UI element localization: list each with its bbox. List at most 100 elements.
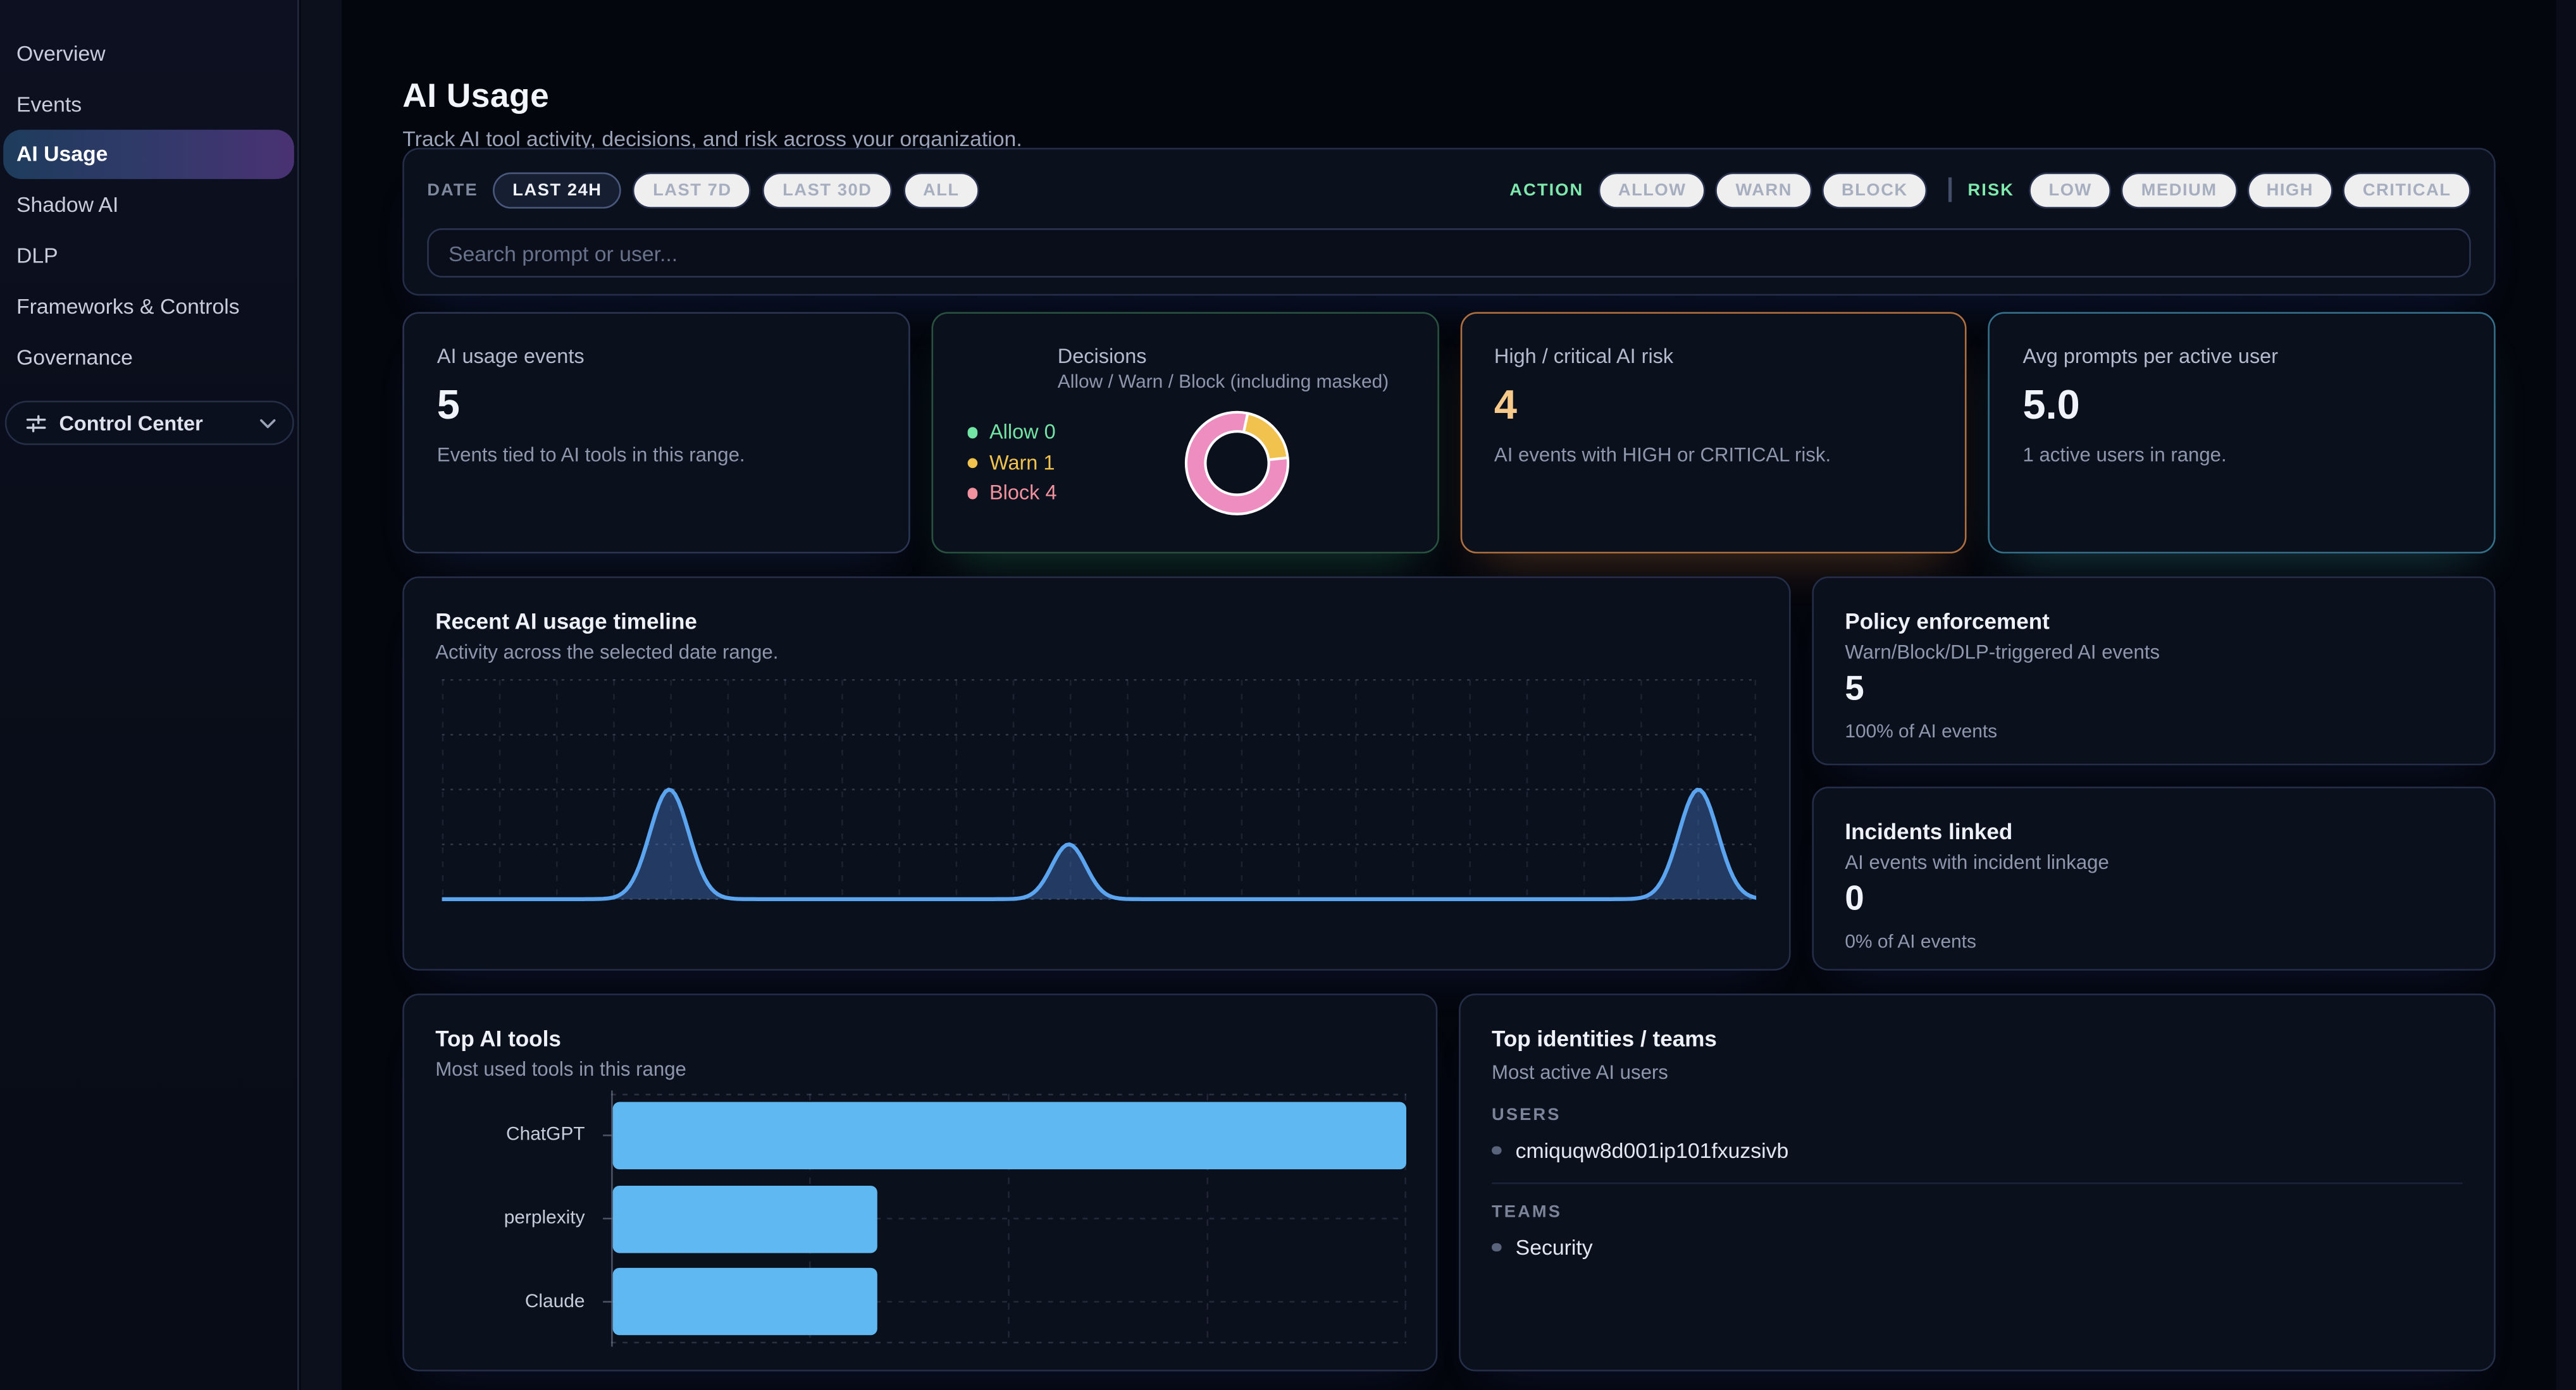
- team-name: Security: [1516, 1235, 1593, 1260]
- decisions-title: Decisions: [1058, 345, 1147, 367]
- scrollbar-track[interactable]: [2556, 0, 2576, 1390]
- stat-value: 0: [1845, 880, 1864, 919]
- sidebar-item-frameworks-controls[interactable]: Frameworks & Controls: [3, 281, 294, 331]
- sidebar-gutter: [300, 0, 342, 1390]
- stat-title: Incidents linked: [1845, 820, 2012, 844]
- decisions-donut: [1177, 404, 1296, 522]
- sidebar-item-label: Events: [16, 92, 82, 116]
- legend-item-warn[interactable]: Warn 1: [967, 448, 1057, 478]
- timeline-svg: [442, 679, 1757, 904]
- identities-subtitle: Most active AI users: [1492, 1061, 2463, 1084]
- sidebar-item-dlp[interactable]: DLP: [3, 230, 294, 281]
- user-list-item: cmiquqw8d001ip101fxuzsivb: [1492, 1138, 2463, 1163]
- bar-label-claude: Claude: [525, 1289, 585, 1315]
- bar-chatgpt: [613, 1102, 1406, 1169]
- date-filter-all[interactable]: ALL: [903, 171, 979, 207]
- team-list-item: Security: [1492, 1235, 2463, 1260]
- bar-claude: [613, 1268, 877, 1335]
- kpi-label: AI usage events: [437, 345, 876, 367]
- sidebar-item-shadow-ai[interactable]: Shadow AI: [3, 180, 294, 230]
- control-center-label: Control Center: [59, 412, 202, 434]
- control-center-button[interactable]: Control Center: [5, 401, 294, 445]
- stat-value: 5: [1845, 670, 1864, 710]
- stat-description: 0% of AI events: [1845, 933, 1976, 952]
- section-divider: [1492, 1183, 2463, 1184]
- user-id: cmiquqw8d001ip101fxuzsivb: [1516, 1138, 1789, 1163]
- date-filter-last-7d[interactable]: LAST 7D: [633, 171, 752, 207]
- page-title: AI Usage: [402, 77, 549, 116]
- sidebar-item-governance[interactable]: Governance: [3, 331, 294, 382]
- action-filter-label: ACTION: [1509, 180, 1583, 199]
- legend-label: Allow 0: [989, 421, 1056, 444]
- stat-title: Policy enforcement: [1845, 609, 2049, 634]
- legend-dot-allow: [967, 427, 978, 438]
- top-ai-tools-card: Top AI tools Most used tools in this ran…: [402, 993, 1437, 1371]
- bar-chart-plot: [611, 1094, 1406, 1344]
- kpi-card-decisions: Decisions Allow / Warn / Block (includin…: [931, 312, 1439, 553]
- chevron-down-icon: [259, 418, 276, 428]
- kpi-value: 4: [1494, 383, 1933, 430]
- search-input[interactable]: [427, 228, 2471, 278]
- teams-section-label: TEAMS: [1492, 1202, 2463, 1222]
- date-filter-last-24h[interactable]: LAST 24H: [493, 171, 622, 207]
- users-section-label: USERS: [1492, 1105, 2463, 1125]
- sidebar-item-label: Shadow AI: [16, 193, 118, 218]
- sidebar-item-ai-usage[interactable]: AI Usage: [3, 129, 294, 180]
- risk-filter-label: RISK: [1968, 180, 2014, 199]
- legend-item-block[interactable]: Block 4: [967, 478, 1057, 508]
- bar-label-perplexity: perplexity: [504, 1205, 585, 1232]
- kpi-card-high-critical-risk: High / critical AI risk 4 AI events with…: [1459, 312, 1967, 553]
- decisions-subtitle: Allow / Warn / Block (including masked): [1058, 373, 1389, 393]
- timeline-card: Recent AI usage timeline Activity across…: [402, 577, 1790, 971]
- dashboard-root: Overview Events AI Usage Shadow AI DLP F…: [0, 0, 2576, 1390]
- date-filter-last-30d[interactable]: LAST 30D: [763, 171, 892, 207]
- kpi-description: 1 active users in range.: [2022, 443, 2461, 466]
- kpi-card-ai-usage-events: AI usage events 5 Events tied to AI tool…: [402, 312, 910, 553]
- top-tools-subtitle: Most used tools in this range: [435, 1057, 686, 1080]
- stat-description: 100% of AI events: [1845, 723, 1997, 742]
- risk-filter-medium[interactable]: MEDIUM: [2122, 171, 2237, 207]
- date-filter-label: DATE: [427, 180, 478, 199]
- sidebar-item-label: Governance: [16, 345, 133, 369]
- sidebar-item-label: AI Usage: [16, 142, 108, 167]
- kpi-card-avg-prompts: Avg prompts per active user 5.0 1 active…: [1988, 312, 2496, 553]
- sidebar-item-label: Frameworks & Controls: [16, 294, 240, 319]
- action-risk-filters: ACTION ALLOW WARN BLOCK RISK LOW MEDIUM …: [1509, 171, 2470, 207]
- sliders-icon: [25, 412, 47, 434]
- legend-dot-block: [967, 488, 978, 499]
- sidebar-nav: Overview Events AI Usage Shadow AI DLP F…: [0, 28, 297, 382]
- decisions-legend: Allow 0 Warn 1 Block 4: [967, 417, 1057, 509]
- decisions-donut-chart: [1177, 404, 1296, 522]
- kpi-value: 5.0: [2022, 383, 2461, 430]
- risk-filter-high[interactable]: HIGH: [2246, 171, 2333, 207]
- action-filter-allow[interactable]: ALLOW: [1599, 171, 1706, 207]
- action-filter-block[interactable]: BLOCK: [1822, 171, 1928, 207]
- main-content: AI Usage Track AI tool activity, decisio…: [402, 0, 2496, 1390]
- sidebar-item-events[interactable]: Events: [3, 78, 294, 129]
- identities-title: Top identities / teams: [1492, 1026, 2463, 1051]
- kpi-description: AI events with HIGH or CRITICAL risk.: [1494, 443, 1933, 466]
- sidebar: Overview Events AI Usage Shadow AI DLP F…: [0, 0, 299, 1390]
- bar-perplexity: [613, 1185, 877, 1252]
- filter-row: DATE LAST 24H LAST 7D LAST 30D ALL ACTIO…: [427, 171, 2471, 209]
- policy-enforcement-card: Policy enforcement Warn/Block/DLP-trigge…: [1812, 577, 2495, 766]
- timeline-title: Recent AI usage timeline: [435, 609, 697, 634]
- legend-item-allow[interactable]: Allow 0: [967, 417, 1057, 448]
- legend-label: Block 4: [989, 482, 1057, 505]
- sidebar-item-label: DLP: [16, 243, 58, 268]
- legend-dot-warn: [967, 458, 978, 469]
- bullet-dot-icon: [1492, 1146, 1501, 1155]
- bullet-dot-icon: [1492, 1243, 1501, 1252]
- kpi-description: Events tied to AI tools in this range.: [437, 443, 876, 466]
- risk-filter-critical[interactable]: CRITICAL: [2343, 171, 2471, 207]
- risk-filter-low[interactable]: LOW: [2029, 171, 2112, 207]
- timeline-subtitle: Activity across the selected date range.: [435, 641, 778, 663]
- timeline-area-chart: [442, 679, 1757, 904]
- stat-subtitle: AI events with incident linkage: [1845, 851, 2108, 873]
- kpi-value: 5: [437, 383, 876, 430]
- incidents-linked-card: Incidents linked AI events with incident…: [1812, 787, 2495, 971]
- sidebar-item-overview[interactable]: Overview: [3, 28, 294, 78]
- filter-panel: DATE LAST 24H LAST 7D LAST 30D ALL ACTIO…: [402, 148, 2496, 296]
- action-filter-warn[interactable]: WARN: [1716, 171, 1812, 207]
- kpi-label: Avg prompts per active user: [2022, 345, 2461, 367]
